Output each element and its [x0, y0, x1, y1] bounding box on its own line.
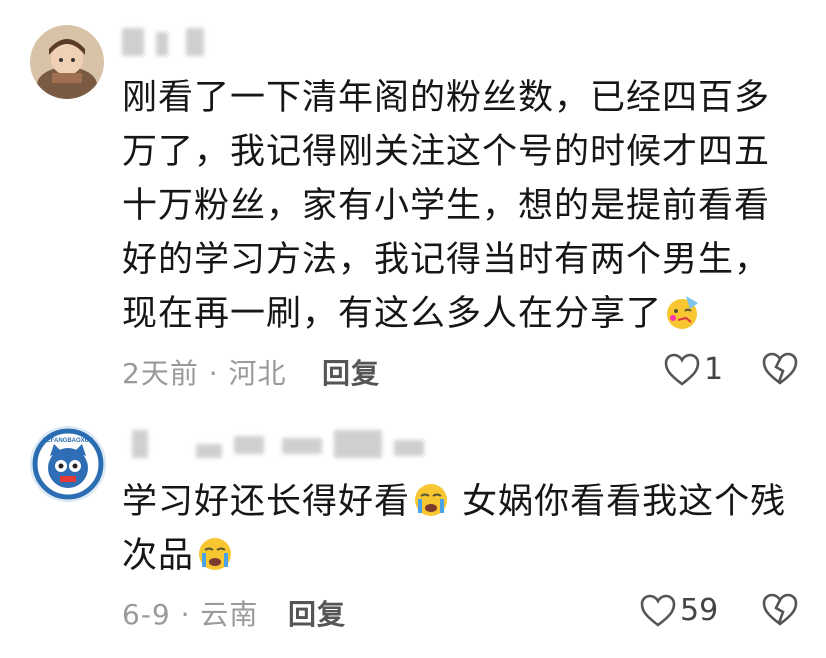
user-avatar-image [30, 25, 104, 99]
cat-logo-avatar: LEFANGBAOXUE [32, 428, 104, 500]
comment-meta: 6-9 · 云南 [122, 598, 259, 631]
party-face-emoji [664, 293, 702, 331]
reply-button[interactable]: 回复 [288, 593, 346, 633]
like-button[interactable]: 1 [664, 352, 723, 387]
avatar-logo-text: LEFANGBAOXUE [43, 438, 93, 444]
comment-text: 学习好还长得好看 女娲你看看我这个残次品 [122, 475, 802, 583]
heart-icon [640, 594, 676, 627]
username-blurred[interactable] [132, 430, 432, 458]
crying-face-emoji [196, 535, 234, 573]
comment-text: 刚看了一下清年阁的粉丝数，已经四百多万了，我记得刚关注这个号的时候才四五十万粉丝… [122, 71, 802, 341]
username-blurred[interactable] [122, 28, 212, 56]
crying-face-emoji [412, 481, 450, 519]
reply-button[interactable]: 回复 [322, 352, 380, 392]
comment-body-part1: 学习好还长得好看 [122, 482, 411, 522]
like-button[interactable]: 59 [640, 593, 718, 628]
comment-meta: 2天前 · 河北 [122, 357, 287, 390]
comment-1: 刚看了一下清年阁的粉丝数，已经四百多万了，我记得刚关注这个号的时候才四五十万粉丝… [0, 0, 826, 400]
heart-icon [664, 353, 700, 386]
like-count: 1 [704, 352, 724, 387]
broken-heart-icon [762, 593, 798, 626]
dislike-button[interactable] [762, 593, 798, 631]
avatar[interactable] [30, 25, 104, 99]
dislike-button[interactable] [762, 352, 798, 390]
avatar[interactable]: LEFANGBAOXUE [30, 426, 106, 502]
broken-heart-icon [762, 352, 798, 385]
like-count: 59 [680, 593, 719, 628]
comment-2: LEFANGBAOXUE 学习好还长得好看 女娲你看看我这个残次品 6-9 · … [0, 400, 826, 658]
